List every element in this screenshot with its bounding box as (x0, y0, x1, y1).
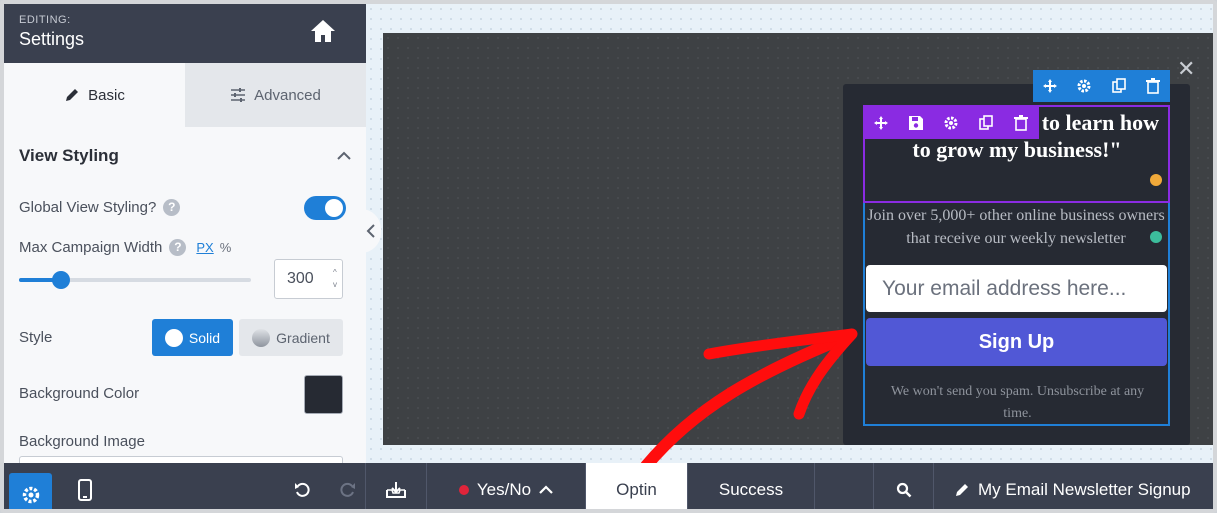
home-icon[interactable] (310, 19, 336, 43)
chevron-up-icon (539, 485, 553, 494)
trash-icon[interactable] (1145, 78, 1161, 94)
resize-handle[interactable] (1150, 231, 1162, 243)
style-label: Style (19, 329, 53, 346)
background-image-row: Background Image (19, 433, 346, 450)
duplicate-icon[interactable] (1111, 78, 1127, 94)
max-width-slider[interactable] (19, 271, 251, 289)
section-header[interactable]: View Styling (4, 127, 366, 173)
global-view-styling-label: Global View Styling? (19, 199, 157, 216)
background-image-label: Background Image (19, 433, 145, 450)
empty-tab[interactable] (815, 463, 874, 509)
disabled-status-dot (458, 485, 469, 495)
stepper-arrows[interactable]: ^ v (333, 267, 337, 291)
inbox-download-icon (386, 482, 406, 498)
settings-gear-button[interactable] (9, 473, 52, 509)
background-color-swatch[interactable] (304, 375, 343, 414)
tab-basic[interactable]: Basic (4, 63, 185, 127)
settings-tabs: Basic Advanced (4, 63, 366, 127)
search-icon (896, 482, 911, 498)
section-title: View Styling (19, 146, 119, 165)
popup-disclaimer: We won't send you spam. Unsubscribe at a… (890, 384, 1145, 421)
max-width-row: Max Campaign Width ? PX % (19, 239, 346, 256)
max-width-label: Max Campaign Width (19, 239, 163, 256)
help-icon[interactable]: ? (163, 199, 181, 216)
block-toolbar (863, 107, 1039, 139)
background-color-row: Background Color (19, 385, 346, 402)
unit-percent-link[interactable]: % (220, 240, 232, 255)
move-icon[interactable] (873, 115, 889, 131)
sign-up-button[interactable]: Sign Up (866, 318, 1167, 366)
tab-basic-label: Basic (88, 86, 125, 104)
save-template-button[interactable] (366, 463, 427, 509)
tab-advanced-label: Advanced (254, 86, 321, 104)
panel-title: Settings (19, 29, 85, 49)
tab-optin[interactable]: Optin (586, 463, 688, 509)
settings-panel: EDITING: Settings Basic Advanced View St… (4, 4, 366, 476)
redo-icon (339, 482, 355, 497)
global-view-styling-row: Global View Styling? ? (19, 195, 346, 220)
unit-px-link[interactable]: PX (196, 240, 213, 255)
chevron-left-icon (366, 224, 375, 238)
yes-no-view-toggle[interactable]: Yes/No (427, 463, 586, 509)
bottom-toolbar: Yes/No Optin Success My Email Newsletter… (4, 463, 1213, 509)
editing-label: EDITING: (19, 14, 71, 26)
slider-handle[interactable] (51, 271, 70, 289)
gradient-swatch-icon (252, 328, 271, 347)
style-gradient-button[interactable]: Gradient (239, 319, 343, 356)
tab-advanced[interactable]: Advanced (185, 63, 366, 127)
background-color-label: Background Color (19, 385, 140, 402)
mobile-icon (78, 479, 92, 501)
resize-handle[interactable] (1150, 174, 1162, 186)
move-icon[interactable] (1042, 78, 1058, 94)
gear-icon[interactable] (1076, 78, 1092, 94)
popup-subtext[interactable]: Join over 5,000+ other online business o… (866, 204, 1166, 250)
save-icon[interactable] (908, 115, 924, 131)
undo-icon (295, 482, 310, 497)
row-toolbar (1033, 70, 1170, 102)
panel-header: EDITING: Settings (4, 4, 366, 63)
tab-success[interactable]: Success (688, 463, 815, 509)
undo-button[interactable] (274, 463, 330, 509)
trash-icon[interactable] (1013, 115, 1029, 131)
duplicate-icon[interactable] (978, 115, 994, 131)
max-width-input[interactable]: 300 ^ v (274, 259, 343, 299)
global-view-styling-toggle[interactable] (304, 195, 346, 220)
search-button[interactable] (874, 463, 934, 509)
redo-button[interactable] (330, 463, 366, 509)
style-solid-label: Solid (188, 329, 221, 346)
chevron-up-icon[interactable] (337, 151, 351, 161)
pencil-icon (66, 89, 79, 101)
optin-label: Optin (616, 480, 657, 499)
style-gradient-label: Gradient (276, 329, 330, 346)
gear-icon (22, 486, 39, 504)
solid-swatch-icon (164, 328, 183, 347)
campaign-name: My Email Newsletter Signup (978, 480, 1191, 499)
annotation-arrow (640, 328, 858, 472)
max-width-value: 300 (287, 270, 314, 287)
success-label: Success (718, 480, 784, 499)
campaign-name-field[interactable]: My Email Newsletter Signup (934, 463, 1213, 509)
help-icon[interactable]: ? (169, 239, 187, 256)
email-input[interactable]: Your email address here... (866, 265, 1167, 312)
style-solid-button[interactable]: Solid (152, 319, 233, 356)
app-frame: ✕ email every week to learn how to grow … (0, 0, 1217, 513)
yes-no-label: Yes/No (476, 480, 532, 499)
mobile-preview-button[interactable] (61, 463, 109, 509)
pencil-icon (956, 484, 968, 496)
sliders-icon (231, 88, 246, 102)
gear-icon[interactable] (943, 115, 959, 131)
close-icon[interactable]: ✕ (1177, 56, 1195, 82)
